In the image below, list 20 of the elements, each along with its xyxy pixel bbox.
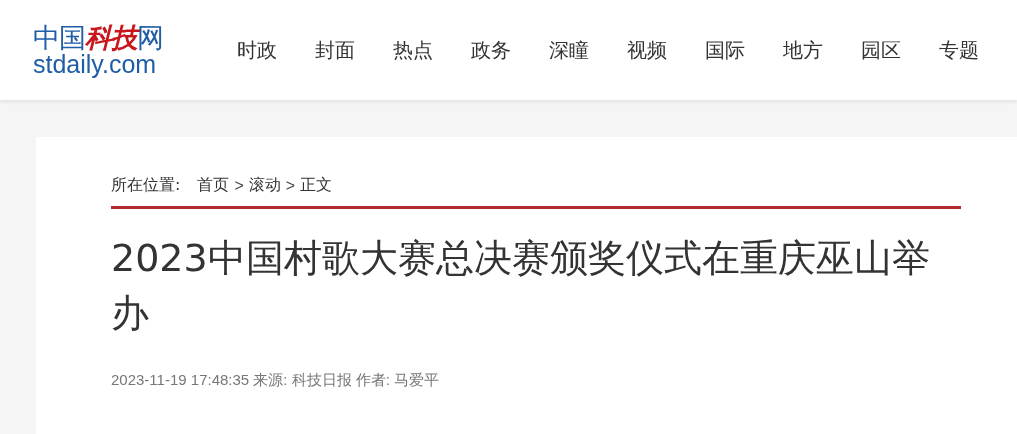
nav-link[interactable]: 政务 [471,36,549,64]
nav-link[interactable]: 园区 [861,36,939,64]
logo-domain[interactable]: stdaily.com [33,51,187,77]
nav-link[interactable]: 时政 [237,36,315,64]
breadcrumb-link[interactable]: 正文 [300,175,333,196]
nav-link[interactable]: 热点 [393,36,471,64]
breadcrumb-link[interactable]: 滚动 [248,175,281,196]
nav-link[interactable]: 专题 [939,36,1017,64]
nav-link[interactable]: 视频 [627,36,705,64]
nav-link[interactable]: 国际 [705,36,783,64]
breadcrumb-separator: > [234,176,244,195]
breadcrumb-separator: > [285,176,296,195]
breadcrumb-link[interactable]: 首页 [197,175,230,196]
logo-text[interactable]: 中国科技网 [33,23,187,51]
nav-link[interactable]: 封面 [315,36,393,64]
article-meta: 2023-11-19 17:48:35 来源: 科技日报 作者: 马爱平 [111,371,441,390]
nav-link[interactable]: 地方 [783,36,861,64]
nav-link[interactable]: 深瞳 [549,36,627,64]
article-title: 2023中国村歌大赛总决赛颁奖仪式在重庆巫山举办 [111,235,931,337]
breadcrumb-label: 所在位置: [111,175,181,196]
